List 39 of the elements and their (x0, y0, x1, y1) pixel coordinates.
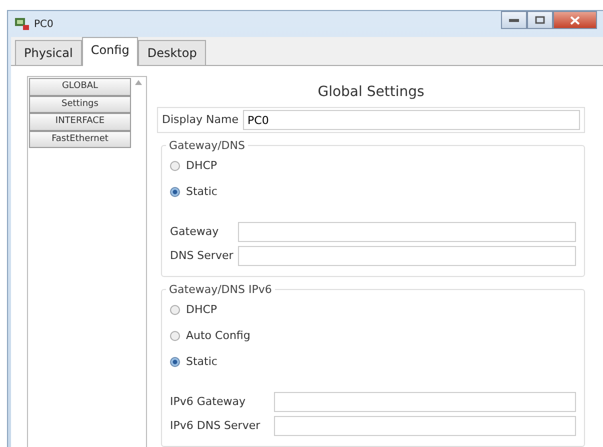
field-label: IPv6 DNS Server (170, 418, 262, 434)
field-label: IPv6 Gateway (170, 394, 246, 410)
radio-button[interactable] (170, 161, 180, 171)
field-label: Gateway (170, 224, 220, 240)
minimize-button[interactable] (501, 11, 527, 29)
field-label: DNS Server (170, 248, 234, 264)
settings-heading: Global Settings (316, 83, 426, 102)
sidebar-item[interactable]: Settings (29, 96, 131, 113)
input-field[interactable] (238, 246, 576, 266)
sidebar-item[interactable]: INTERFACE (29, 113, 131, 130)
display-name-field[interactable]: PC0 (242, 110, 580, 130)
radio-button[interactable] (170, 331, 180, 341)
scroll-up-icon[interactable] (134, 80, 142, 85)
sidebar-item[interactable]: GLOBAL (29, 78, 131, 96)
sidebar-item[interactable]: FastEthernet (29, 130, 131, 148)
radio-label: DHCP (186, 302, 218, 318)
radio-label: Static (186, 184, 218, 200)
radio-label: Static (186, 354, 218, 370)
radio-button[interactable] (170, 357, 180, 367)
field-label: Display Name (162, 112, 238, 128)
radio-label: DHCP (186, 158, 218, 174)
input-field[interactable] (238, 222, 576, 242)
minimize-icon (509, 18, 519, 22)
tab[interactable]: Physical (15, 40, 82, 65)
tab[interactable]: Desktop (138, 40, 206, 65)
window-title: PC0 (34, 18, 54, 32)
computer-icon (14, 17, 30, 31)
maximize-button[interactable] (527, 11, 553, 29)
radio-button[interactable] (170, 305, 180, 315)
tab[interactable]: Config (82, 37, 138, 66)
close-button[interactable] (553, 11, 597, 29)
input-field[interactable] (274, 416, 576, 436)
radio-button[interactable] (170, 187, 180, 197)
group-title: Gateway/DNS (166, 138, 248, 154)
group-title: Gateway/DNS IPv6 (166, 282, 275, 298)
radio-label: Auto Config (186, 328, 250, 344)
maximize-icon (535, 16, 545, 24)
input-field[interactable] (274, 392, 576, 412)
close-icon (570, 16, 580, 24)
